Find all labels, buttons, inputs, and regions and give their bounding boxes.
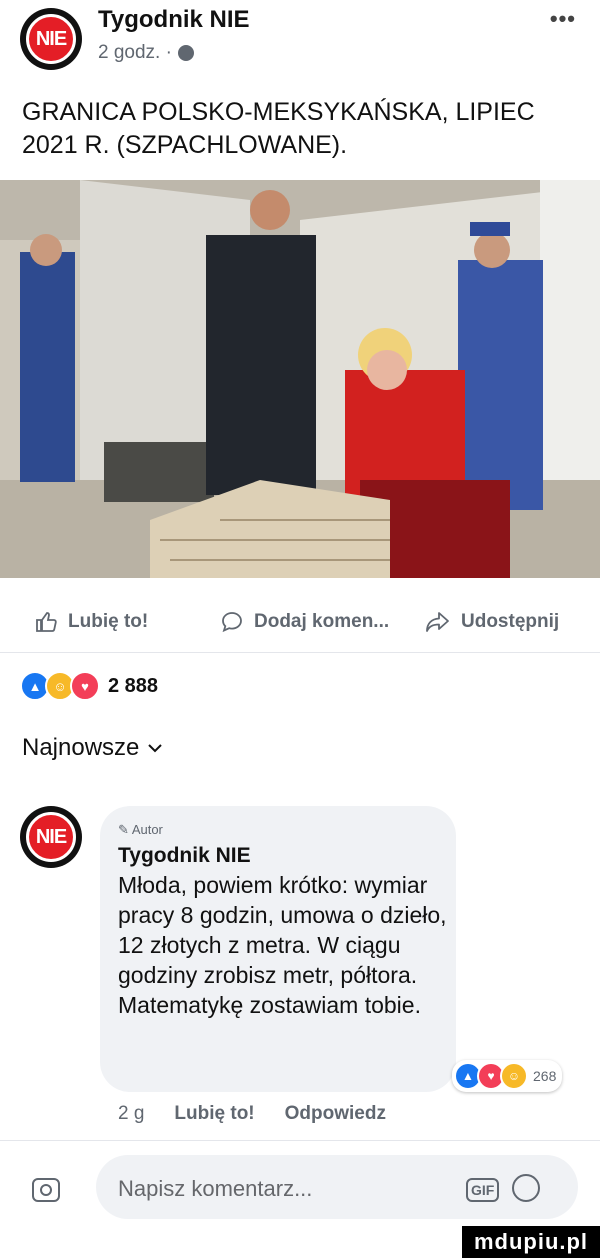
- reaction-count: 2 888: [108, 674, 159, 697]
- comment-reactions[interactable]: ▲ ♥ ☺ 268: [452, 1060, 563, 1092]
- like-label: Lubię to!: [68, 611, 149, 632]
- page-name[interactable]: Tygodnik NIE: [98, 6, 250, 34]
- comment-reaction-count: 268: [533, 1068, 557, 1084]
- divider: [0, 652, 600, 653]
- author-badge-label: Autor: [131, 822, 163, 837]
- logo-text: NIE: [35, 825, 67, 848]
- comment-footer: 2 g Lubię to! Odpowiedz: [118, 1103, 386, 1125]
- haha-reaction-icon: ☺: [500, 1062, 528, 1090]
- comment-author-name[interactable]: Tygodnik NIE: [118, 844, 251, 868]
- reactions-summary[interactable]: ▲ ☺ ♥ 2 888: [20, 671, 158, 701]
- chevron-down-icon: [148, 744, 163, 753]
- thumbs-up-icon: [36, 612, 57, 632]
- author-badge: ✎ Autor: [118, 822, 163, 838]
- comment-sort-dropdown[interactable]: Najnowsze: [22, 734, 163, 762]
- share-button[interactable]: Udostępnij: [425, 610, 559, 634]
- comment-reply-link[interactable]: Odpowiedz: [285, 1103, 386, 1125]
- pencil-icon: ✎: [118, 822, 129, 837]
- post-time: 2 godz. ·: [98, 42, 172, 63]
- comment-label: Dodaj komen...: [254, 611, 390, 632]
- comment-input-placeholder: Napisz komentarz...: [118, 1176, 313, 1201]
- photo-illustration: [0, 180, 600, 578]
- comment-like-link[interactable]: Lubię to!: [174, 1103, 254, 1125]
- share-icon: [426, 612, 449, 632]
- like-button[interactable]: Lubię to!: [34, 610, 148, 634]
- comment-time: 2 g: [118, 1103, 145, 1124]
- share-label: Udostępnij: [461, 611, 560, 632]
- divider: [0, 1140, 600, 1141]
- sort-label: Najnowsze: [22, 734, 140, 761]
- camera-icon[interactable]: [32, 1178, 60, 1202]
- gif-button[interactable]: GIF: [466, 1178, 500, 1202]
- comment-icon: [222, 612, 242, 633]
- love-reaction-icon: ♥: [70, 671, 100, 701]
- emoji-icon[interactable]: [512, 1174, 540, 1202]
- globe-icon: [177, 45, 194, 61]
- post-photo[interactable]: [0, 180, 600, 578]
- post-meta: 2 godz. ·: [98, 42, 194, 64]
- more-options-icon[interactable]: •••: [550, 6, 576, 32]
- comment-text: Młoda, powiem krótko: wymiar pracy 8 god…: [118, 872, 447, 1018]
- comment-button[interactable]: Dodaj komen...: [220, 610, 389, 634]
- comment-author-avatar[interactable]: NIE: [20, 806, 82, 868]
- page-avatar[interactable]: NIE: [20, 8, 82, 70]
- watermark: mdupiu.pl: [462, 1226, 600, 1258]
- post-text: GRANICA POLSKO-MEKSYKAŃSKA, LIPIEC 2021 …: [22, 98, 535, 159]
- logo-text: NIE: [35, 27, 67, 50]
